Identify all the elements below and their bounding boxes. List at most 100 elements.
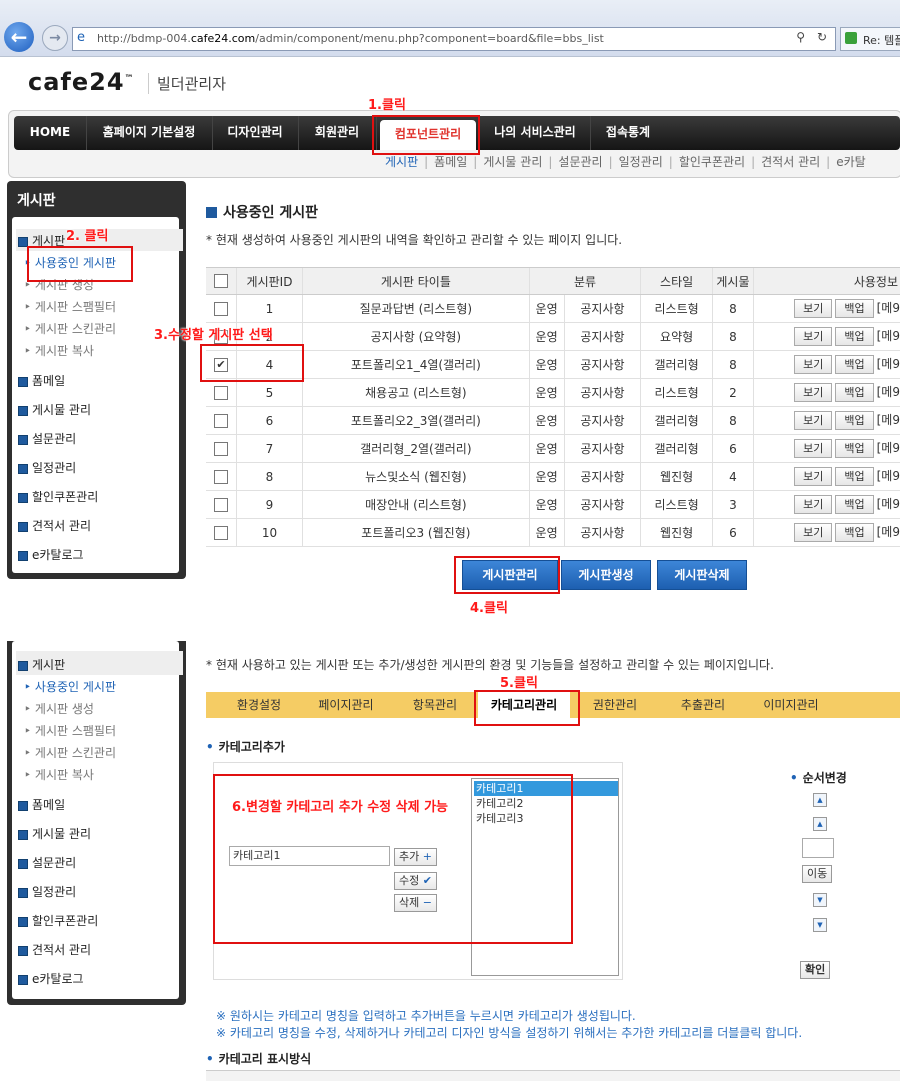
nav-statistics[interactable]: 접속통계: [590, 116, 666, 150]
backup-button[interactable]: 백업: [835, 439, 874, 458]
nav-members[interactable]: 회원관리: [298, 116, 377, 150]
move-position-input[interactable]: [802, 838, 834, 858]
col-header-category: 분류: [528, 267, 641, 295]
subnav-board[interactable]: 게시판: [382, 155, 421, 169]
cell-subcategory: 공지사항: [563, 294, 641, 323]
sidebar-lower-sub-copy[interactable]: ‣ 게시판 복사: [24, 766, 94, 783]
sidebar-lower-item-coupon[interactable]: 할인쿠폰관리: [18, 912, 98, 929]
backup-button[interactable]: 백업: [835, 523, 874, 542]
row-checkbox[interactable]: [213, 413, 228, 428]
sidebar-item-coupon[interactable]: 할인쿠폰관리: [18, 488, 98, 505]
cell-subcategory: 공지사항: [563, 406, 641, 435]
sidebar-lower-item-schedule[interactable]: 일정관리: [18, 883, 76, 900]
forward-arrow-icon[interactable]: →: [42, 25, 68, 51]
tab-title: Re: 템플: [863, 34, 900, 47]
tab-environment[interactable]: 환경설정: [222, 692, 296, 718]
sidebar-lower-item-survey[interactable]: 설문관리: [18, 854, 76, 871]
sidebar-sub-skin[interactable]: ‣ 게시판 스킨관리: [24, 320, 116, 337]
cell-count: 4: [711, 462, 754, 491]
usage-info: [메9: [876, 301, 900, 315]
sidebar-item-formmail[interactable]: 폼메일: [18, 372, 65, 389]
row-checkbox[interactable]: [213, 301, 228, 316]
nav-home[interactable]: HOME: [14, 116, 87, 150]
cell-category: 운영: [528, 518, 565, 547]
subnav-formmail[interactable]: 폼메일: [431, 155, 470, 169]
subnav-schedule[interactable]: 일정관리: [616, 155, 666, 169]
help-note-2: ※ 카테고리 명칭을 수정, 삭제하거나 카테고리 디자인 방식을 설정하기 위…: [216, 1026, 803, 1040]
sidebar-lower-item-ecatalog[interactable]: e카탈로그: [18, 970, 84, 987]
view-button[interactable]: 보기: [794, 439, 833, 458]
backup-button[interactable]: 백업: [835, 495, 874, 514]
tab-fields[interactable]: 항목관리: [400, 692, 470, 718]
sidebar-lower-item-estimate[interactable]: 견적서 관리: [18, 941, 91, 958]
sidebar-lower-sub-create[interactable]: ‣ 게시판 생성: [24, 700, 94, 717]
sidebar-lower-item-formmail[interactable]: 폼메일: [18, 796, 65, 813]
backup-button[interactable]: 백업: [835, 411, 874, 430]
board-create-button[interactable]: 게시판생성: [561, 560, 651, 590]
cell-title: 매장안내 (리스트형): [302, 490, 530, 519]
confirm-button[interactable]: 확인: [800, 961, 831, 979]
tab-page[interactable]: 페이지관리: [306, 692, 386, 718]
row-checkbox[interactable]: [213, 469, 228, 484]
view-button[interactable]: 보기: [794, 495, 833, 514]
view-button[interactable]: 보기: [794, 411, 833, 430]
row-checkbox[interactable]: [213, 385, 228, 400]
sidebar-lower-item-posts[interactable]: 게시물 관리: [18, 825, 91, 842]
move-down-icon[interactable]: ▼: [813, 893, 827, 907]
tab-extract[interactable]: 추출관리: [668, 692, 738, 718]
nav-my-services[interactable]: 나의 서비스관리: [480, 116, 591, 150]
sidebar-item-ecatalog[interactable]: e카탈로그: [18, 546, 84, 563]
backup-button[interactable]: 백업: [835, 467, 874, 486]
sidebar-lower-sub-spam[interactable]: ‣ 게시판 스팸필터: [24, 722, 116, 739]
view-button[interactable]: 보기: [794, 523, 833, 542]
sidebar-item-schedule[interactable]: 일정관리: [18, 459, 76, 476]
cafe24-logo[interactable]: cafe24™: [28, 68, 135, 96]
row-checkbox[interactable]: [213, 441, 228, 456]
backup-button[interactable]: 백업: [835, 327, 874, 346]
backup-button[interactable]: 백업: [835, 299, 874, 318]
move-button[interactable]: 이동: [802, 865, 833, 883]
move-up-icon[interactable]: ▲: [813, 817, 827, 831]
move-top-icon[interactable]: ▲: [813, 793, 827, 807]
subnav-coupon[interactable]: 할인쿠폰관리: [676, 155, 748, 169]
refresh-icon[interactable]: ↻: [817, 30, 827, 44]
search-icon[interactable]: ⚲: [796, 30, 805, 44]
subnav-ecatalog[interactable]: e카탈: [833, 155, 868, 169]
row-checkbox[interactable]: [213, 525, 228, 540]
sidebar-lower-sub-skin[interactable]: ‣ 게시판 스킨관리: [24, 744, 116, 761]
select-all-checkbox[interactable]: [213, 274, 228, 289]
tab-permission[interactable]: 권한관리: [580, 692, 650, 718]
sidebar-item-estimate[interactable]: 견적서 관리: [18, 517, 91, 534]
back-arrow-icon[interactable]: ←: [4, 22, 34, 52]
table-row: 6 포트폴리오2_3열(갤러리) 운영 공지사항 갤러리형 8 보기 백업 [메9: [206, 406, 900, 435]
backup-button[interactable]: 백업: [835, 355, 874, 374]
view-button[interactable]: 보기: [794, 467, 833, 486]
tab-image[interactable]: 이미지관리: [754, 692, 828, 718]
view-button[interactable]: 보기: [794, 383, 833, 402]
sidebar-sub-copy[interactable]: ‣ 게시판 복사: [24, 342, 94, 359]
cell-style: 요약형: [640, 322, 713, 351]
subnav-survey[interactable]: 설문관리: [555, 155, 605, 169]
sidebar-lower-group-board[interactable]: 게시판: [18, 656, 65, 673]
view-button[interactable]: 보기: [794, 355, 833, 374]
move-bottom-icon[interactable]: ▼: [813, 918, 827, 932]
cell-category: 운영: [528, 462, 565, 491]
browser-tab[interactable]: Re: 템플: [840, 27, 900, 51]
subnav-estimate[interactable]: 견적서 관리: [758, 155, 823, 169]
sidebar-item-posts[interactable]: 게시물 관리: [18, 401, 91, 418]
row-checkbox[interactable]: [213, 497, 228, 512]
sidebar-item-survey[interactable]: 설문관리: [18, 430, 76, 447]
sidebar-lower-sub-active-boards[interactable]: ‣ 사용중인 게시판: [24, 678, 116, 695]
cell-title: 갤러리형_2열(갤러리): [302, 434, 530, 463]
address-bar[interactable]: e http://bdmp-004.cafe24.com/admin/compo…: [72, 27, 836, 51]
sidebar-sub-spam[interactable]: ‣ 게시판 스팸필터: [24, 298, 116, 315]
logo-text: cafe24: [28, 68, 125, 96]
backup-button[interactable]: 백업: [835, 383, 874, 402]
view-button[interactable]: 보기: [794, 327, 833, 346]
nav-design[interactable]: 디자인관리: [212, 116, 299, 150]
view-button[interactable]: 보기: [794, 299, 833, 318]
board-delete-button[interactable]: 게시판삭제: [657, 560, 747, 590]
subnav-posts[interactable]: 게시물 관리: [480, 155, 545, 169]
annotation-box-5: [474, 690, 580, 726]
nav-homepage-settings[interactable]: 홈페이지 기본설정: [86, 116, 213, 150]
